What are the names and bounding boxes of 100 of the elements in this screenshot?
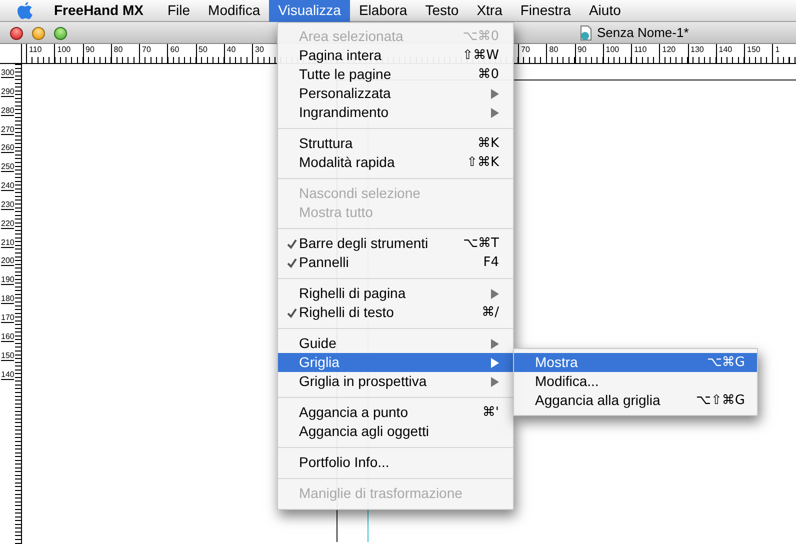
ruler-label: 230 <box>1 200 14 210</box>
menu-item[interactable]: Righelli di testo ⌘/ <box>278 303 513 322</box>
menu-item-label: Mostra tutto <box>299 203 374 222</box>
ruler-label: 200 <box>1 256 14 266</box>
menu-item[interactable]: Barre degli strumenti ⌥⌘T <box>278 234 513 253</box>
menu-item-label: Righelli di testo <box>299 303 395 322</box>
ruler-label: 300 <box>1 68 14 78</box>
ruler-label: 70 <box>142 45 151 54</box>
menu-item[interactable]: Aggancia agli oggetti <box>278 422 513 441</box>
menu-item-label: Aggancia alla griglia <box>535 391 662 410</box>
menu-item[interactable]: Aggancia a punto ⌘' <box>278 403 513 422</box>
ruler-label: 130 <box>690 45 704 54</box>
shortcut-label: ⇧⌘K <box>466 154 499 172</box>
menu-item-label: Aggancia a punto <box>299 403 409 422</box>
ruler-label: 240 <box>1 181 14 192</box>
menu-item[interactable]: Pagina intera ⇧⌘W <box>278 46 513 65</box>
shortcut-label: ⌘K <box>477 134 499 153</box>
menu-item-label: Modifica... <box>535 372 600 391</box>
ruler-label: 1 <box>775 45 780 54</box>
ruler-label: 180 <box>1 294 14 304</box>
menu-bar-item[interactable]: Modifica <box>199 0 270 22</box>
ruler-label: 110 <box>634 45 647 54</box>
menu-item[interactable]: Griglia in prospettiva <box>278 372 513 391</box>
menu-item[interactable]: Guide <box>278 334 513 353</box>
ruler-label: 160 <box>1 332 14 342</box>
menu-item[interactable]: Struttura ⌘K <box>278 134 513 153</box>
menu-item-label: Modalità rapida <box>299 153 396 172</box>
menu-item[interactable]: Pannelli F4 <box>278 253 513 272</box>
menu-item[interactable]: Personalizzata <box>278 84 513 103</box>
ruler-label: 120 <box>662 45 676 54</box>
ruler-label: 250 <box>1 162 14 172</box>
menu-item[interactable]: Mostra ⌥⌘G <box>514 353 757 372</box>
close-button[interactable] <box>10 27 23 40</box>
menu-bar-item[interactable]: Elabora <box>350 0 416 22</box>
shortcut-label: ⌘0 <box>478 66 499 84</box>
window-title: Senza Nome-1* <box>597 24 689 42</box>
menu-item-label: Struttura <box>299 134 354 153</box>
shortcut-label: ⇧⌘W <box>462 46 499 65</box>
ruler-label: 140 <box>1 370 14 380</box>
menu-item-label: Righelli di pagina <box>299 284 407 303</box>
ruler-label: 260 <box>1 143 14 154</box>
ruler-label: 50 <box>198 45 208 54</box>
menu-item-label: Maniglie di trasformazione <box>299 484 464 503</box>
minimize-button[interactable] <box>32 27 45 40</box>
ruler-label: 90 <box>86 45 94 54</box>
ruler-label: 150 <box>1 350 14 361</box>
menu-item-label: Pagina intera <box>299 46 383 65</box>
menu-bar-item[interactable]: Finestra <box>511 0 580 22</box>
shortcut-label: ⌥⌘T <box>463 234 499 253</box>
ruler-label: 100 <box>606 45 620 54</box>
shortcut-label: ⌘/ <box>482 304 499 322</box>
ruler-label: 220 <box>1 218 14 229</box>
menu-item[interactable]: Griglia <box>278 353 513 372</box>
menu-item-label: Mostra <box>535 353 579 372</box>
shortcut-label: ⌥⇧⌘G <box>696 392 745 410</box>
menu-item[interactable]: Modalità rapida ⇧⌘K <box>278 153 513 172</box>
zoom-button[interactable] <box>54 27 67 40</box>
ruler-label: 280 <box>1 106 14 116</box>
document-icon <box>579 24 593 40</box>
ruler-label: 100 <box>57 45 71 54</box>
menu-item[interactable]: Modifica... <box>514 372 757 391</box>
shortcut-label: F4 <box>483 254 499 272</box>
apple-icon[interactable] <box>17 2 33 20</box>
menu-item[interactable]: Ingrandimento <box>278 103 513 122</box>
ruler-label: 140 <box>718 45 732 54</box>
menu-item[interactable]: Tutte le pagine ⌘0 <box>278 65 513 84</box>
ruler-label: 210 <box>1 238 14 248</box>
menu-item-label: Pannelli <box>299 253 350 272</box>
menu-item-label: Griglia in prospettiva <box>299 372 428 391</box>
ruler-label: 30 <box>255 45 264 54</box>
shortcut-label: ⌘' <box>482 404 499 422</box>
ruler-label: 40 <box>226 45 236 54</box>
menu-item-label: Aggancia agli oggetti <box>299 422 430 441</box>
ruler-label: 190 <box>1 275 14 286</box>
ruler-label: 80 <box>549 45 558 54</box>
menu-bar-item[interactable]: Testo <box>416 0 468 22</box>
menu-bar-item[interactable]: Visualizza <box>269 0 350 22</box>
menu-item-label: Ingrandimento <box>299 103 390 122</box>
menu-item-label: Area selezionata <box>299 27 404 46</box>
ruler-label: 290 <box>1 86 14 97</box>
menu-bar-item[interactable]: Xtra <box>468 0 512 22</box>
menu-item[interactable]: Portfolio Info... <box>278 453 513 472</box>
menu-item-label: Nascondi selezione <box>299 184 422 203</box>
menu-item-label: Griglia <box>299 353 340 372</box>
ruler-label: 60 <box>170 45 180 54</box>
menu-bar-item[interactable]: FreeHand MX <box>45 0 152 22</box>
menu-item-label: Portfolio Info... <box>299 453 390 472</box>
menu-item-label: Barre degli strumenti <box>299 234 430 253</box>
menu-item[interactable]: Righelli di pagina <box>278 284 513 303</box>
menu-item-label: Guide <box>299 334 338 353</box>
menu-item-label: Tutte le pagine <box>299 65 392 84</box>
ruler-label: 80 <box>114 45 123 54</box>
menu-bar-item[interactable]: Aiuto <box>580 0 630 22</box>
shortcut-label: ⌥⌘0 <box>462 28 499 46</box>
menu-item-label: Personalizzata <box>299 84 392 103</box>
ruler-label: 70 <box>521 45 530 54</box>
menu-item[interactable]: Aggancia alla griglia ⌥⇧⌘G <box>514 391 757 410</box>
ruler-label: 150 <box>747 45 760 54</box>
menu-bar-item[interactable]: File <box>158 0 200 22</box>
ruler-label: 170 <box>1 312 14 323</box>
